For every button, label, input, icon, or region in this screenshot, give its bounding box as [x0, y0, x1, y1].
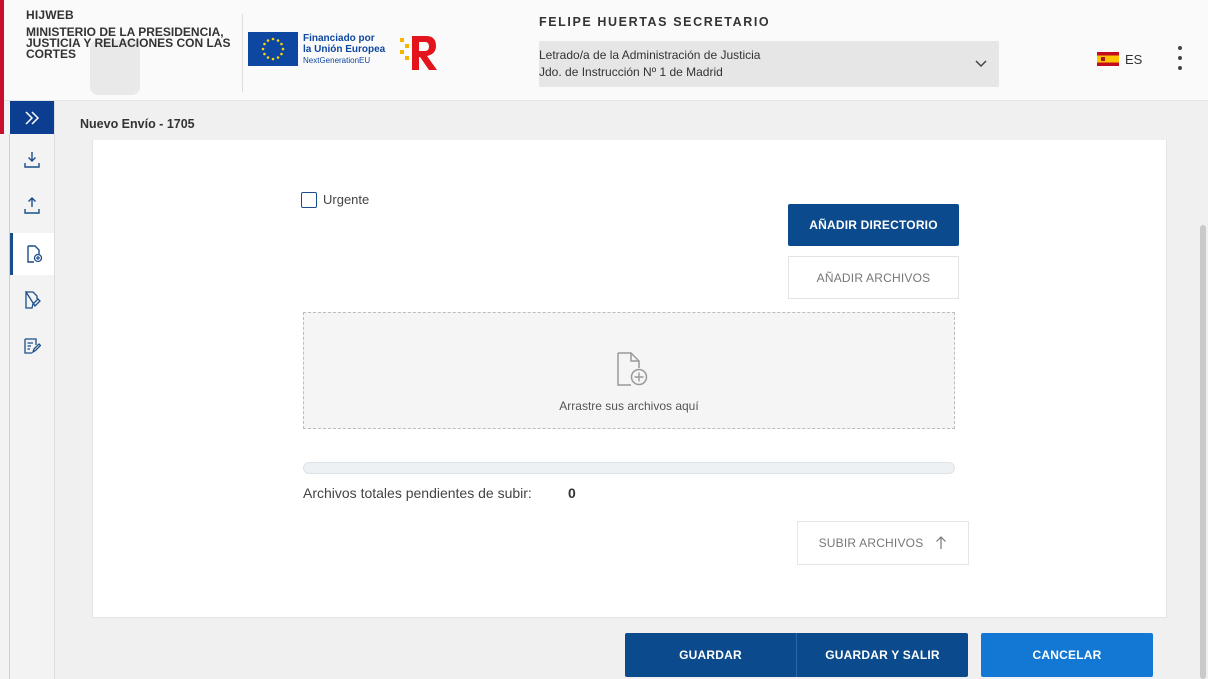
- sidebar-item-new-submission[interactable]: [10, 233, 54, 275]
- urgent-label: Urgente: [323, 192, 370, 207]
- more-options-icon[interactable]: [1172, 44, 1188, 72]
- expand-sidebar-button[interactable]: [10, 101, 54, 134]
- brand-block: HIJWEB MINISTERIO DE LA PRESIDENCIA, JUS…: [26, 8, 236, 60]
- pending-files-label: Archivos totales pendientes de subir:: [303, 485, 532, 501]
- role-selector[interactable]: Letrado/a de la Administración de Justic…: [539, 41, 999, 87]
- sidebar-red-bar: [0, 101, 4, 134]
- app-name: HIJWEB: [26, 8, 74, 22]
- upload-files-label: SUBIR ARCHIVOS: [818, 536, 924, 550]
- recovery-plan-logo-icon: [400, 36, 437, 70]
- new-document-icon: [26, 245, 42, 263]
- upload-files-button[interactable]: SUBIR ARCHIVOS: [797, 521, 969, 565]
- cancel-button[interactable]: CANCELAR: [981, 633, 1153, 677]
- page-scrollbar[interactable]: [1200, 225, 1206, 679]
- send-document-icon: [25, 291, 41, 309]
- pending-files-count: 0: [568, 485, 576, 501]
- header-divider: [242, 14, 243, 92]
- sidebar-item-signatures[interactable]: [10, 325, 54, 367]
- drop-zone-text: Arrastre sus archivos aquí: [559, 399, 699, 413]
- user-name: FELIPE HUERTAS SECRETARIO: [539, 15, 771, 29]
- spain-flag-icon: [1097, 52, 1119, 66]
- save-button[interactable]: GUARDAR: [625, 633, 796, 677]
- file-drop-zone[interactable]: Arrastre sus archivos aquí: [303, 312, 955, 429]
- urgent-checkbox[interactable]: [301, 192, 317, 208]
- signed-document-icon: [24, 338, 41, 354]
- add-directory-button[interactable]: AÑADIR DIRECTORIO: [788, 204, 959, 246]
- add-file-icon: [617, 352, 648, 386]
- upload-progress-bar: [303, 462, 955, 474]
- language-code: ES: [1125, 51, 1143, 67]
- eu-funding-text: Financiado por la Unión Europea NextGene…: [303, 33, 386, 65]
- sidebar-item-received[interactable]: [10, 139, 54, 181]
- eu-flag-icon: [248, 32, 298, 66]
- sidebar: [0, 101, 55, 679]
- page-title: Nuevo Envío - 1705: [80, 117, 195, 131]
- add-files-button[interactable]: AÑADIR ARCHIVOS: [788, 256, 959, 299]
- language-selector[interactable]: ES: [1097, 49, 1142, 69]
- brand-red-bar: [0, 0, 4, 101]
- save-and-exit-button[interactable]: GUARDAR Y SALIR: [796, 633, 968, 677]
- double-chevron-right-icon: [25, 110, 40, 125]
- download-tray-icon: [24, 152, 40, 168]
- ministry-name: MINISTERIO DE LA PRESIDENCIA, JUSTICIA Y…: [26, 25, 231, 61]
- sidebar-item-drafts[interactable]: [10, 279, 54, 321]
- upload-tray-icon: [24, 197, 40, 214]
- role-line-1: Letrado/a de la Administración de Justic…: [539, 48, 761, 62]
- role-line-2: Jdo. de Instrucción Nº 1 de Madrid: [539, 65, 723, 79]
- sidebar-item-sent[interactable]: [10, 185, 54, 227]
- chevron-down-icon: [975, 60, 987, 68]
- arrow-up-icon: [936, 536, 947, 549]
- app-header: HIJWEB MINISTERIO DE LA PRESIDENCIA, JUS…: [0, 0, 1208, 101]
